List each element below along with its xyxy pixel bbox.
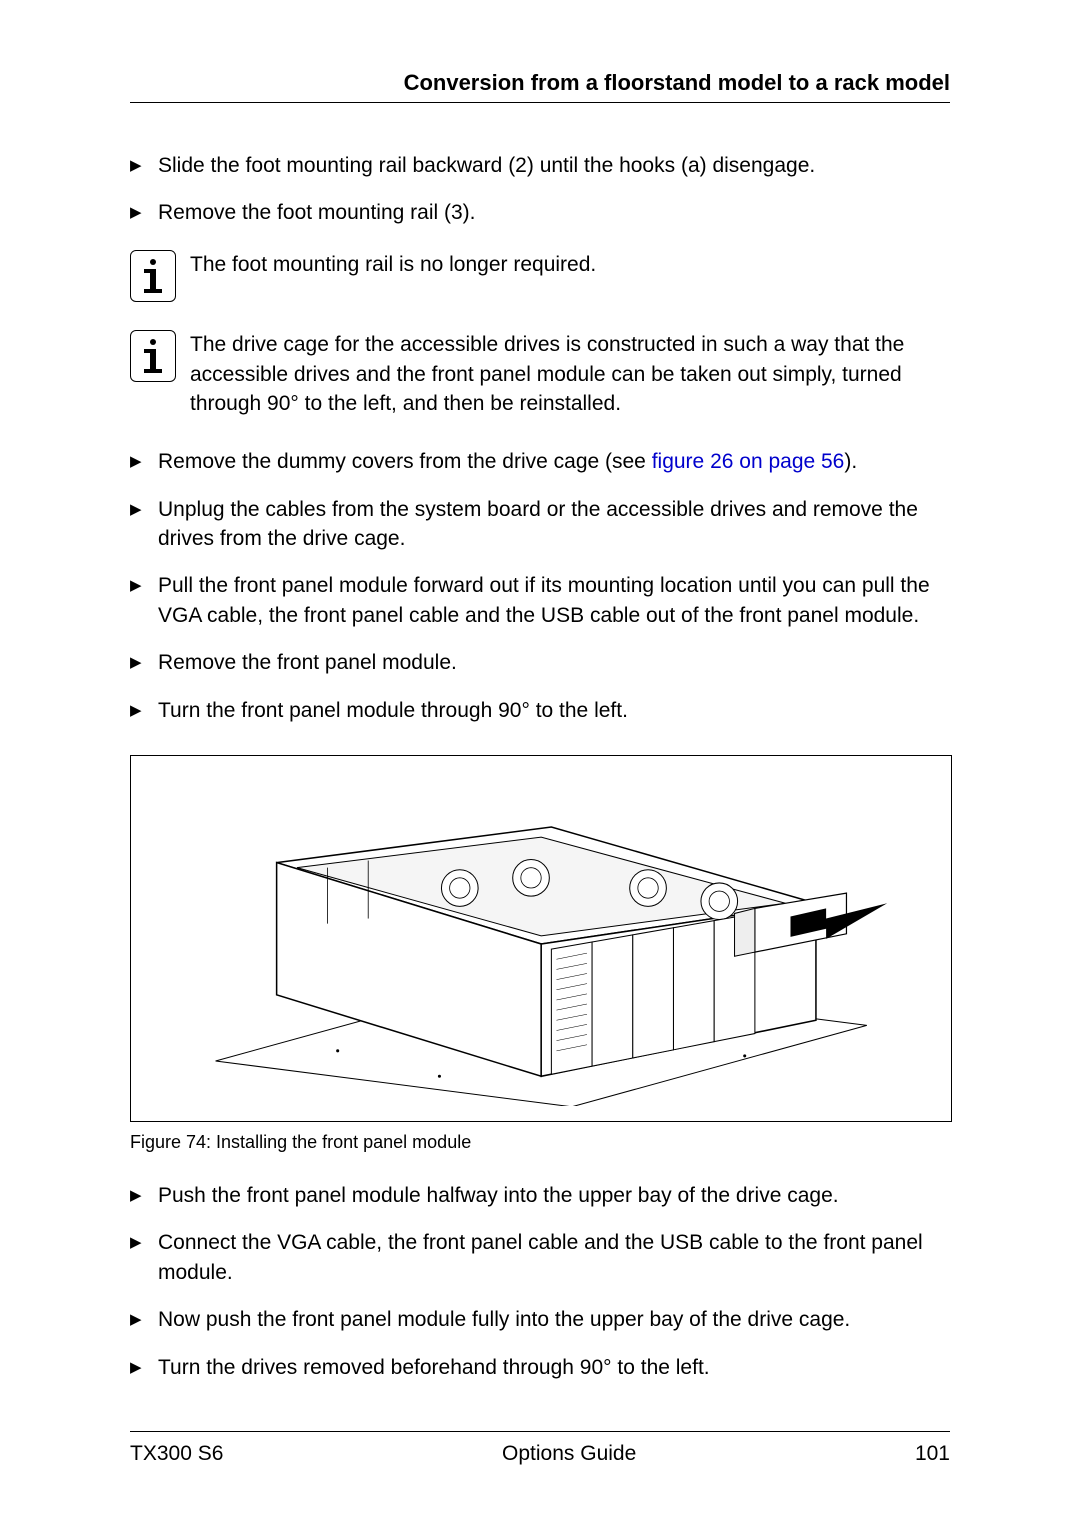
step-text: Unplug the cables from the system board …: [158, 495, 950, 554]
triangle-bullet-icon: ▶: [130, 1353, 158, 1378]
step-item: ▶ Pull the front panel module forward ou…: [130, 571, 950, 630]
step-item: ▶ Slide the foot mounting rail backward …: [130, 151, 950, 180]
step-text: Slide the foot mounting rail backward (2…: [158, 151, 950, 180]
step-text: Push the front panel module halfway into…: [158, 1181, 950, 1210]
triangle-bullet-icon: ▶: [130, 1305, 158, 1330]
footer-model: TX300 S6: [130, 1442, 223, 1466]
step-text: Remove the front panel module.: [158, 648, 950, 677]
section-title: Conversion from a floorstand model to a …: [130, 70, 950, 103]
figure-image: [130, 755, 952, 1122]
step-text: Remove the foot mounting rail (3).: [158, 198, 950, 227]
step-item: ▶ Now push the front panel module fully …: [130, 1305, 950, 1334]
figure: Figure 74: Installing the front panel mo…: [130, 755, 950, 1153]
triangle-bullet-icon: ▶: [130, 648, 158, 673]
step-text-post: ).: [844, 450, 857, 473]
step-text-pre: Remove the dummy covers from the drive c…: [158, 450, 652, 473]
page-footer: TX300 S6 Options Guide 101: [130, 1431, 950, 1466]
server-chassis-illustration: [164, 771, 918, 1107]
triangle-bullet-icon: ▶: [130, 696, 158, 721]
triangle-bullet-icon: ▶: [130, 151, 158, 176]
step-item: ▶ Remove the front panel module.: [130, 648, 950, 677]
info-icon: [130, 330, 176, 382]
info-note: The foot mounting rail is no longer requ…: [130, 250, 950, 302]
info-icon: [130, 250, 176, 302]
triangle-bullet-icon: ▶: [130, 198, 158, 223]
step-text: Now push the front panel module fully in…: [158, 1305, 950, 1334]
figure-caption: Figure 74: Installing the front panel mo…: [130, 1132, 950, 1153]
step-item: ▶ Turn the front panel module through 90…: [130, 696, 950, 725]
step-text: Pull the front panel module forward out …: [158, 571, 950, 630]
triangle-bullet-icon: ▶: [130, 447, 158, 472]
step-text: Remove the dummy covers from the drive c…: [158, 447, 950, 476]
triangle-bullet-icon: ▶: [130, 1228, 158, 1253]
info-note: The drive cage for the accessible drives…: [130, 330, 950, 419]
step-item: ▶ Turn the drives removed beforehand thr…: [130, 1353, 950, 1382]
footer-page-number: 101: [915, 1442, 950, 1466]
step-item: ▶ Remove the dummy covers from the drive…: [130, 447, 950, 476]
cross-reference-link[interactable]: figure 26 on page 56: [652, 450, 845, 473]
step-text: Turn the front panel module through 90° …: [158, 696, 950, 725]
triangle-bullet-icon: ▶: [130, 571, 158, 596]
step-item: ▶ Unplug the cables from the system boar…: [130, 495, 950, 554]
step-item: ▶ Push the front panel module halfway in…: [130, 1181, 950, 1210]
info-text: The drive cage for the accessible drives…: [190, 330, 950, 419]
step-text: Connect the VGA cable, the front panel c…: [158, 1228, 950, 1287]
triangle-bullet-icon: ▶: [130, 495, 158, 520]
info-text: The foot mounting rail is no longer requ…: [190, 250, 950, 280]
footer-doc-title: Options Guide: [502, 1442, 636, 1466]
page: Conversion from a floorstand model to a …: [0, 0, 1080, 1526]
step-text: Turn the drives removed beforehand throu…: [158, 1353, 950, 1382]
triangle-bullet-icon: ▶: [130, 1181, 158, 1206]
step-item: ▶ Connect the VGA cable, the front panel…: [130, 1228, 950, 1287]
step-item: ▶ Remove the foot mounting rail (3).: [130, 198, 950, 227]
